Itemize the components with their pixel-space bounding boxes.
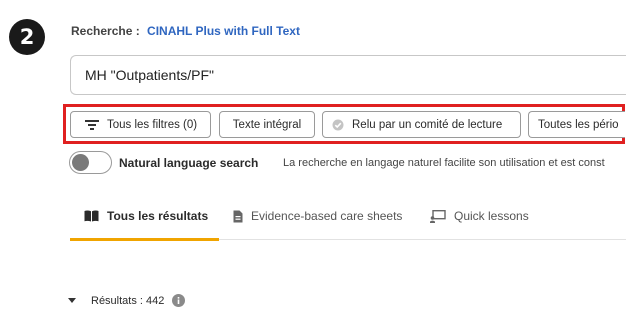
full-text-button[interactable]: Texte intégral (219, 111, 315, 138)
book-icon (84, 210, 99, 222)
tab-all-results[interactable]: Tous les résultats (84, 209, 208, 223)
database-label: Recherche : (71, 24, 140, 38)
search-input[interactable]: MH "Outpatients/PF" (70, 55, 626, 95)
all-filters-button[interactable]: Tous les filtres (0) (70, 111, 211, 138)
presentation-icon (430, 209, 446, 223)
check-circle-icon (332, 119, 344, 131)
all-periods-button[interactable]: Toutes les pério (528, 111, 625, 138)
tab-quick-lessons[interactable]: Quick lessons (430, 209, 529, 223)
all-filters-label: Tous les filtres (0) (107, 118, 198, 131)
document-icon (233, 210, 243, 223)
all-periods-label: Toutes les pério (538, 118, 619, 131)
active-tab-indicator (70, 238, 219, 241)
full-text-label: Texte intégral (232, 118, 302, 131)
info-icon[interactable] (172, 294, 186, 307)
tab-evidence-label: Evidence-based care sheets (251, 209, 403, 223)
step-number-badge: 2 (9, 19, 45, 55)
results-count-label: Résultats : 442 (91, 294, 165, 307)
natural-language-description: La recherche en langage naturel facilite… (283, 157, 605, 169)
tab-all-results-label: Tous les résultats (107, 209, 209, 223)
search-query-text: MH "Outpatients/PF" (85, 67, 214, 83)
toggle-knob (72, 154, 89, 171)
tab-quick-lessons-label: Quick lessons (454, 209, 529, 223)
peer-reviewed-button[interactable]: Relu par un comité de lecture (322, 111, 521, 138)
natural-language-toggle[interactable] (69, 151, 112, 174)
caret-down-icon[interactable] (68, 297, 76, 304)
peer-reviewed-label: Relu par un comité de lecture (352, 118, 503, 131)
natural-language-label: Natural language search (119, 156, 259, 170)
results-summary: Résultats : 442 (68, 294, 186, 307)
database-line: Recherche : CINAHL Plus with Full Text (71, 24, 300, 38)
filter-icon (85, 119, 99, 131)
tab-evidence-based-care-sheets[interactable]: Evidence-based care sheets (233, 209, 402, 223)
database-link[interactable]: CINAHL Plus with Full Text (147, 24, 300, 38)
